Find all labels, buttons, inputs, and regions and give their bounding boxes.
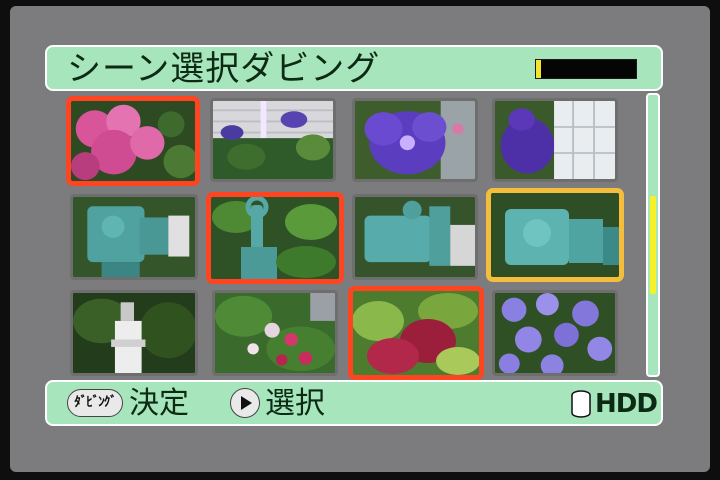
scene-thumbnail-pink-red-flowers[interactable]: [212, 290, 338, 376]
play-right-icon[interactable]: [230, 388, 260, 418]
scene-thumbnail-purple-flower-closeup[interactable]: [352, 98, 478, 182]
scene-thumbnail-pink-azalea-bush[interactable]: [66, 96, 200, 186]
page-title: シーン選択ダビング: [67, 49, 381, 89]
title-bar: シーン選択ダビング: [45, 45, 663, 91]
scene-thumbnail-green-water-pump[interactable]: [70, 194, 198, 280]
dubbing-button[interactable]: ﾀﾞﾋﾞﾝｸﾞ: [67, 389, 123, 417]
scene-thumbnail-purple-petunias[interactable]: [492, 290, 618, 376]
scene-thumbnail-purple-flowers-white-wall[interactable]: [210, 98, 336, 182]
scene-thumbnail-green-water-pump-2[interactable]: [352, 194, 478, 280]
hdd-icon: [571, 390, 591, 418]
thumbnail-grid: [62, 92, 632, 380]
media-label: HDD: [595, 389, 658, 419]
capacity-meter-fill: [536, 60, 541, 78]
scene-thumbnail-coleus-leaves[interactable]: [348, 286, 484, 380]
decide-label: 決定: [129, 386, 189, 421]
capacity-meter: [535, 59, 637, 79]
scrollbar-thumb[interactable]: [650, 195, 656, 294]
scene-thumbnail-purple-flower-window[interactable]: [492, 98, 618, 182]
scene-thumbnail-green-water-pump-3[interactable]: [486, 188, 624, 282]
select-label: 選択: [265, 386, 325, 421]
scrollbar-track[interactable]: [646, 93, 660, 377]
scene-thumbnail-white-statue-garden[interactable]: [70, 290, 198, 376]
button-guide-bar: ﾀﾞﾋﾞﾝｸﾞ 決定 選択 HDD: [45, 380, 663, 426]
scene-thumbnail-pump-handle-greenery[interactable]: [206, 192, 344, 284]
